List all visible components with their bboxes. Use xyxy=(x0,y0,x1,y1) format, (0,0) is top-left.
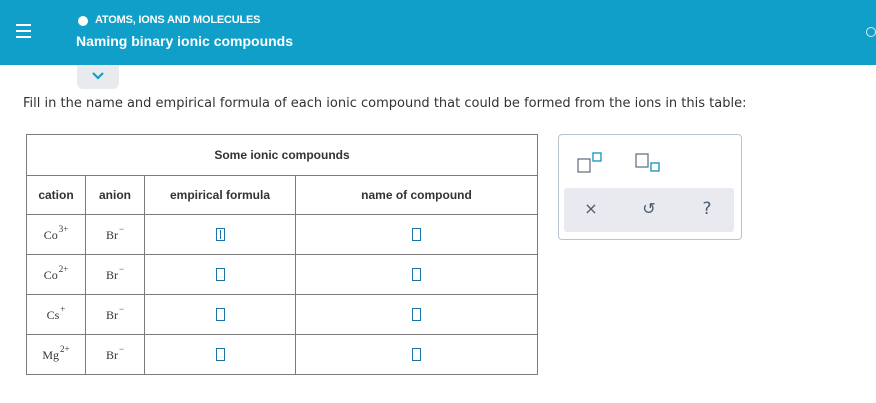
cation-ion: Co2+ xyxy=(43,263,69,282)
compound-name-input[interactable] xyxy=(412,227,421,241)
topic-label: ATOMS, IONS AND MOLECULES xyxy=(95,14,261,26)
topic-status-icon xyxy=(78,16,88,26)
cation-ion: Cs+ xyxy=(46,303,66,322)
undo-button[interactable]: ↺ xyxy=(638,198,660,220)
empirical-formula-input[interactable] xyxy=(215,227,225,241)
help-button[interactable]: ? xyxy=(696,198,718,220)
header-empirical-formula: empirical formula xyxy=(144,175,296,215)
subscript-icon[interactable] xyxy=(634,152,664,174)
anion-ion: Br− xyxy=(105,303,125,322)
empirical-formula-input[interactable] xyxy=(215,347,225,361)
clear-button[interactable]: × xyxy=(580,198,602,220)
table-row: Mg2+ Br− xyxy=(26,334,538,375)
ionic-compounds-table: Some ionic compounds cation anion empiri… xyxy=(26,134,538,375)
anion-ion: Br− xyxy=(105,263,125,282)
superscript-icon[interactable] xyxy=(576,152,606,174)
anion-ion: Br− xyxy=(105,343,125,362)
table-row: Co3+ Br− xyxy=(26,214,538,255)
page-title: Naming binary ionic compounds xyxy=(76,33,294,49)
table-row: Co2+ Br− xyxy=(26,254,538,295)
header-cation: cation xyxy=(26,175,86,215)
cation-ion: Co3+ xyxy=(43,223,69,242)
table-caption: Some ionic compounds xyxy=(26,134,538,176)
header-anion: anion xyxy=(85,175,145,215)
compound-name-input[interactable] xyxy=(412,267,421,281)
top-bar: ATOMS, IONS AND MOLECULES Naming binary … xyxy=(0,0,876,65)
chevron-down-icon xyxy=(92,72,104,80)
compound-name-input[interactable] xyxy=(412,307,421,321)
empirical-formula-input[interactable] xyxy=(215,267,225,281)
empirical-formula-input[interactable] xyxy=(215,307,225,321)
tool-actions: × ↺ ? xyxy=(564,188,734,232)
answer-tools-panel: × ↺ ? xyxy=(558,134,742,240)
anion-ion: Br− xyxy=(105,223,125,242)
instruction-text: Fill in the name and empirical formula o… xyxy=(23,96,747,111)
cation-ion: Mg2+ xyxy=(42,343,70,362)
collapse-button[interactable] xyxy=(77,65,119,89)
compound-name-input[interactable] xyxy=(412,347,421,361)
side-panel-icon[interactable] xyxy=(866,27,876,37)
menu-icon[interactable] xyxy=(9,14,39,50)
header-compound-name: name of compound xyxy=(295,175,538,215)
table-row: Cs+ Br− xyxy=(26,294,538,335)
